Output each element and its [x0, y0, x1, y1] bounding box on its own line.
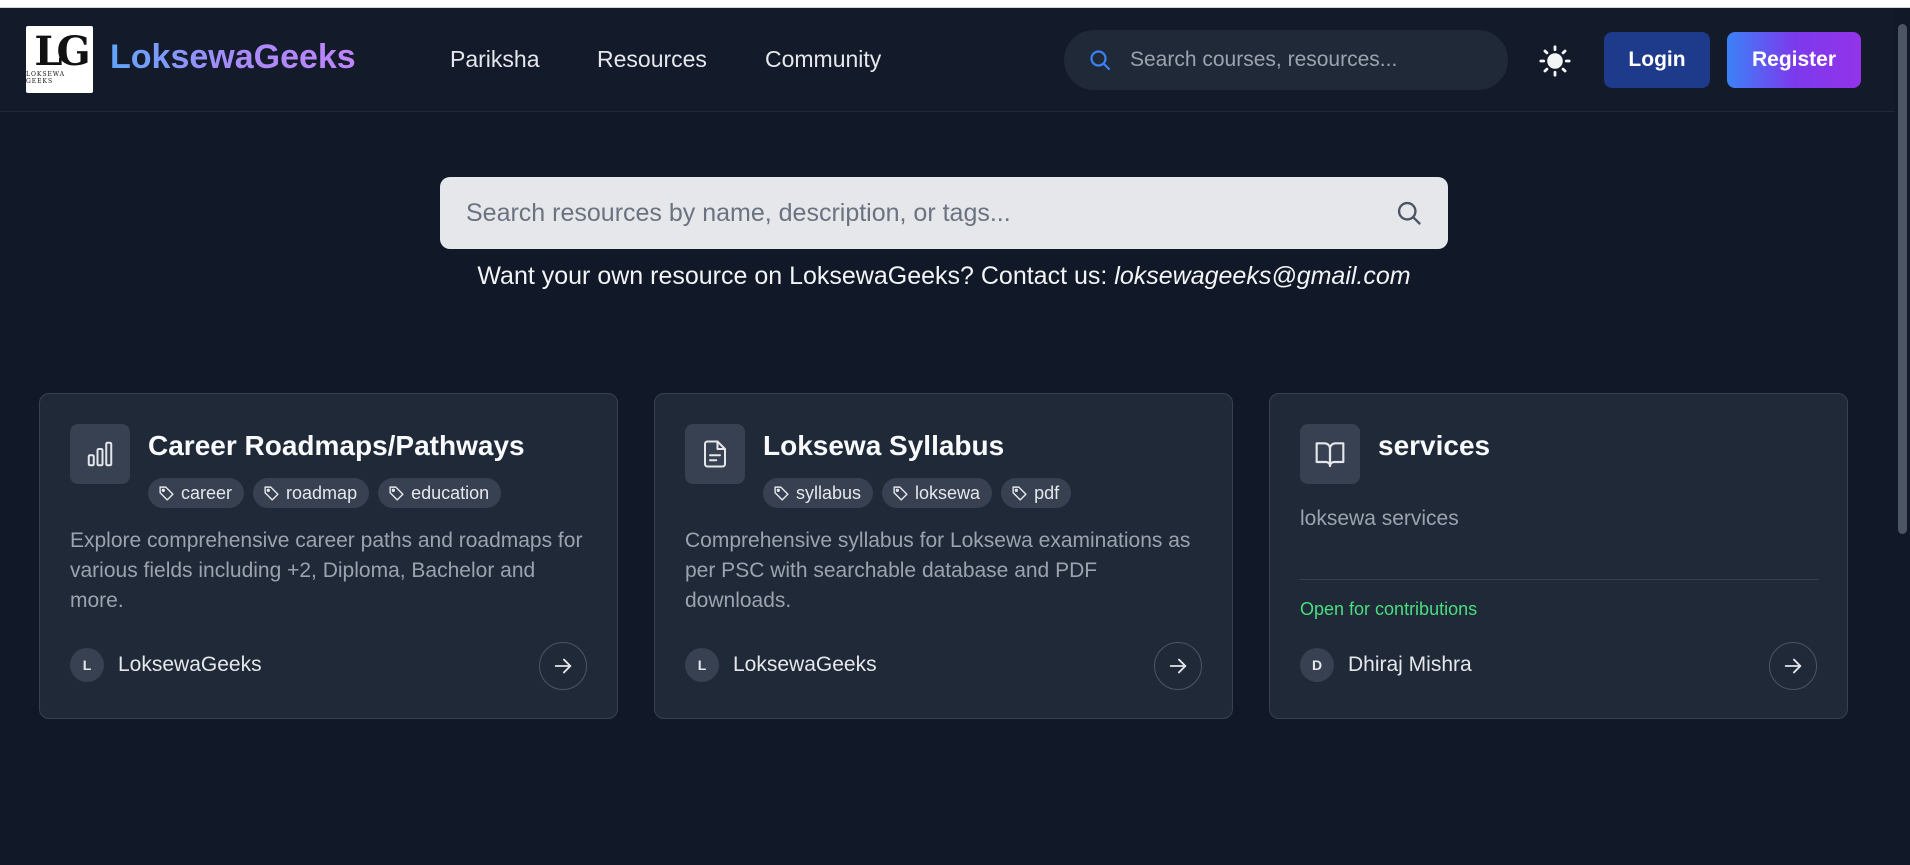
card-author: L LoksewaGeeks — [685, 648, 877, 682]
register-button[interactable]: Register — [1727, 32, 1861, 88]
scrollbar-thumb[interactable] — [1898, 24, 1907, 534]
header-search-input[interactable] — [1130, 30, 1490, 90]
file-text-icon — [704, 440, 726, 468]
author-name: Dhiraj Mishra — [1348, 653, 1472, 676]
resource-card[interactable]: services loksewa services Open for contr… — [1269, 393, 1848, 719]
tag-label: pdf — [1034, 482, 1060, 503]
login-button[interactable]: Login — [1604, 32, 1710, 88]
card-author: L LoksewaGeeks — [70, 648, 262, 682]
tag[interactable]: career — [148, 478, 245, 508]
contact-text: Want your own resource on LoksewaGeeks? … — [477, 262, 1108, 290]
search-icon[interactable] — [1395, 199, 1423, 227]
tag-label: education — [411, 482, 490, 503]
bar-chart-icon — [87, 441, 113, 467]
logo[interactable]: LG LOKSEWA GEEKS — [26, 26, 93, 93]
avatar: L — [70, 648, 104, 682]
card-author: D Dhiraj Mishra — [1300, 648, 1472, 682]
tag-label: career — [181, 482, 233, 503]
card-icon-box — [685, 424, 745, 484]
avatar: D — [1300, 648, 1334, 682]
logo-small-text: LOKSEWA GEEKS — [26, 70, 66, 85]
browser-top-strip — [0, 0, 1910, 8]
tag-icon — [1012, 485, 1027, 501]
card-title[interactable]: services — [1378, 430, 1490, 462]
nav-pariksha[interactable]: Pariksha — [450, 46, 539, 73]
card-title[interactable]: Loksewa Syllabus — [763, 430, 1004, 462]
sun-icon[interactable] — [1538, 44, 1572, 78]
arrow-right-icon — [1169, 658, 1187, 674]
arrow-right-icon — [1784, 658, 1802, 674]
header-search-bar — [1064, 30, 1508, 90]
brand-name[interactable]: LoksewaGeeks — [110, 38, 356, 77]
arrow-right-icon — [554, 658, 572, 674]
resource-search-input[interactable] — [466, 177, 1366, 249]
contribution-status: Open for contributions — [1300, 599, 1478, 619]
resource-search-bar — [440, 177, 1448, 249]
author-name: LoksewaGeeks — [118, 653, 262, 676]
tag[interactable]: roadmap — [253, 478, 370, 508]
resource-card[interactable]: Loksewa Syllabus syllabus loksewa pdf Co… — [654, 393, 1233, 719]
navbar: LG LOKSEWA GEEKS LoksewaGeeks Pariksha R… — [0, 8, 1895, 112]
open-card-button[interactable] — [1154, 642, 1202, 690]
tag-icon — [264, 485, 279, 501]
card-description: Explore comprehensive career paths and r… — [70, 529, 583, 612]
card-title[interactable]: Career Roadmaps/Pathways — [148, 430, 525, 462]
open-card-button[interactable] — [539, 642, 587, 690]
tag-label: loksewa — [915, 482, 981, 503]
tag[interactable]: education — [378, 478, 502, 508]
card-icon-box — [1300, 424, 1360, 484]
tag[interactable]: pdf — [1001, 478, 1072, 508]
card-description: Comprehensive syllabus for Loksewa exami… — [685, 529, 1191, 612]
tag-label: syllabus — [796, 482, 862, 503]
card-icon-box — [70, 424, 130, 484]
nav-resources[interactable]: Resources — [597, 46, 707, 73]
tag[interactable]: loksewa — [882, 478, 993, 508]
tag-icon — [774, 485, 789, 501]
tag-icon — [389, 485, 404, 501]
nav-community[interactable]: Community — [765, 46, 881, 73]
logo-letters: LG — [34, 27, 90, 75]
page-scrollbar[interactable] — [1895, 8, 1910, 865]
tag-label: roadmap — [286, 482, 358, 503]
contact-email[interactable]: loksewageeks@gmail.com — [1114, 262, 1410, 290]
tag-icon — [893, 485, 908, 501]
avatar: L — [685, 648, 719, 682]
tag-icon — [159, 485, 174, 501]
tag-list: career roadmap education — [148, 478, 502, 508]
contact-line: Want your own resource on LoksewaGeeks? … — [0, 262, 1888, 291]
open-card-button[interactable] — [1769, 642, 1817, 690]
card-divider — [1300, 579, 1818, 580]
tag[interactable]: syllabus — [763, 478, 874, 508]
resource-card[interactable]: Career Roadmaps/Pathways career roadmap … — [39, 393, 618, 719]
card-description: loksewa services — [1300, 507, 1459, 530]
author-name: LoksewaGeeks — [733, 653, 877, 676]
search-icon — [1090, 50, 1111, 71]
tag-list: syllabus loksewa pdf — [763, 478, 1072, 508]
book-open-icon — [1315, 442, 1345, 468]
